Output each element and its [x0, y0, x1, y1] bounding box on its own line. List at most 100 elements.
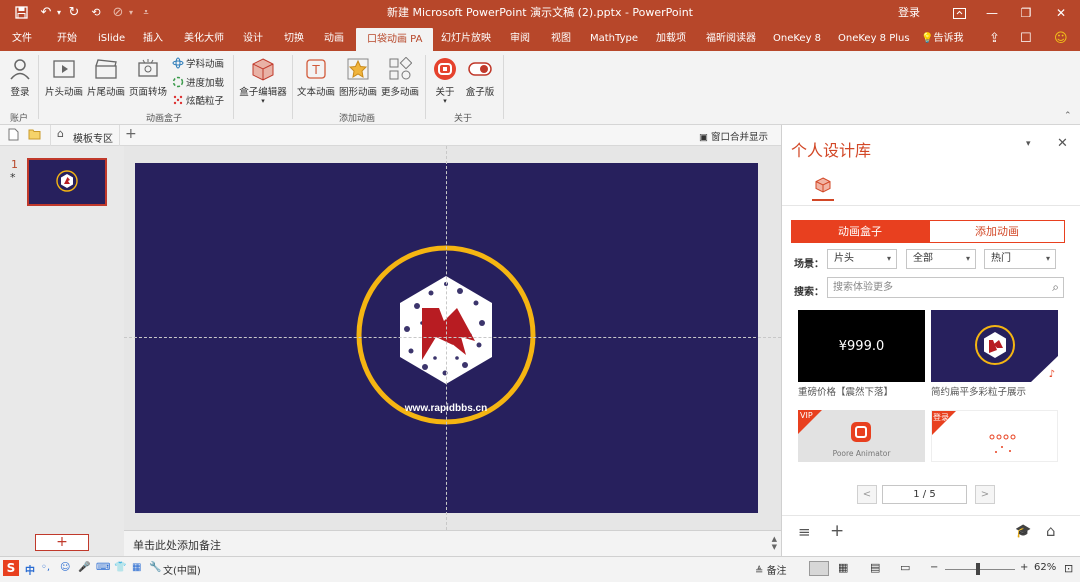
notes-pane[interactable]: 单击此处添加备注 ▲ ▼	[124, 530, 781, 556]
punctuation-icon[interactable]: ◦,	[41, 562, 50, 573]
more-animation-button[interactable]: 更多动画	[380, 57, 420, 98]
template-card-flat-particles[interactable]: ♪	[931, 310, 1058, 382]
scene-dropdown[interactable]: 片头 ▾	[827, 249, 897, 269]
sogou-ime-icon[interactable]: S	[3, 560, 19, 576]
template-card-price-drop[interactable]: ¥999.0	[798, 310, 925, 382]
tab-insert[interactable]: 插入	[143, 26, 163, 51]
horizontal-guide[interactable]	[124, 337, 781, 338]
tab-transitions[interactable]: 切换	[284, 26, 304, 51]
prev-page-button[interactable]: <	[857, 485, 877, 504]
menu-icon[interactable]: ≡	[798, 523, 811, 541]
tab-file[interactable]: 文件	[12, 26, 32, 51]
template-card-login[interactable]: 登录	[931, 410, 1058, 462]
tab-slideshow[interactable]: 幻灯片放映	[441, 26, 491, 51]
zoom-level[interactable]: 62%	[1034, 562, 1056, 573]
normal-view-icon[interactable]	[809, 561, 829, 576]
zoom-slider-track[interactable]	[945, 569, 1015, 570]
toolbox-icon[interactable]: ▦	[132, 562, 141, 573]
next-page-button[interactable]: >	[975, 485, 995, 504]
box-edition-toggle[interactable]: 盒子版	[464, 57, 496, 98]
notes-scroll-icon[interactable]: ▲ ▼	[772, 535, 777, 551]
restore-button[interactable]: ❐	[1009, 0, 1043, 26]
template-tab[interactable]: ⌂ 模板专区	[50, 125, 120, 146]
atom-icon	[172, 57, 184, 69]
pocket-animation-logo-icon	[434, 58, 456, 80]
zoom-slider-thumb[interactable]	[976, 563, 980, 575]
tab-design[interactable]: 设计	[243, 26, 263, 51]
intro-animation-button[interactable]: 片头动画	[44, 57, 84, 98]
cube-icon[interactable]	[815, 177, 831, 196]
open-folder-icon[interactable]	[28, 128, 41, 143]
tab-islide[interactable]: iSlide	[98, 26, 125, 51]
ribbon-options-icon[interactable]	[942, 0, 976, 26]
add-slide-button[interactable]: +	[35, 534, 89, 551]
home-icon[interactable]: ⌂	[1046, 522, 1056, 540]
slideshow-icon[interactable]: ▭	[900, 561, 910, 574]
panel-close-icon[interactable]: ✕	[1057, 136, 1068, 151]
tab-review[interactable]: 审阅	[510, 26, 530, 51]
new-file-icon[interactable]	[8, 128, 19, 144]
slide-thumbnail[interactable]	[27, 158, 107, 206]
vertical-guide[interactable]	[446, 146, 447, 530]
microphone-icon[interactable]: 🎤	[78, 562, 90, 573]
page-indicator[interactable]: 1 / 5	[882, 485, 967, 504]
box-icon	[252, 58, 274, 81]
tab-onekey8[interactable]: OneKey 8	[773, 26, 821, 51]
smiley-icon[interactable]: ☺	[1054, 26, 1068, 51]
tab-mathtype[interactable]: MathType	[590, 26, 638, 51]
add-tab-icon[interactable]: +	[125, 126, 137, 142]
cool-particles-button[interactable]: 炫酷粒子	[172, 93, 224, 107]
merge-window-button[interactable]: ▣ 窗口合并显示	[699, 129, 768, 143]
tab-onekey8-plus[interactable]: OneKey 8 Plus	[838, 26, 910, 51]
about-button[interactable]: 关于 ▾	[430, 57, 460, 105]
share-icon[interactable]: ⇪	[989, 26, 1000, 51]
vip-badge: VIP	[800, 411, 813, 420]
box-editor-button[interactable]: 盒子编辑器 ▾	[237, 57, 289, 105]
card-caption: 简约扁平多彩粒子展示	[931, 387, 1027, 398]
search-icon[interactable]: ⌕	[1052, 278, 1059, 297]
category-dropdown[interactable]: 全部 ▾	[906, 249, 976, 269]
progress-load-button[interactable]: 进度加载	[172, 75, 224, 89]
slide-thumbnail-pane: 1 * +	[0, 146, 124, 556]
subject-animation-button[interactable]: 学科动画	[172, 56, 224, 70]
shape-animation-button[interactable]: 图形动画	[338, 57, 378, 98]
zoom-out-icon[interactable]: −	[930, 562, 938, 573]
reading-view-icon[interactable]: ▤	[870, 561, 880, 574]
login-button[interactable]: 登录	[6, 57, 34, 98]
tab-addins[interactable]: 加载项	[656, 26, 686, 51]
emoji-icon[interactable]: ☺	[60, 562, 70, 573]
wrench-icon[interactable]: 🔧	[149, 562, 161, 573]
tab-animations[interactable]: 动画	[324, 26, 344, 51]
sort-dropdown[interactable]: 热门 ▾	[984, 249, 1056, 269]
skin-icon[interactable]: 👕	[114, 562, 126, 573]
collapse-ribbon-icon[interactable]: ⌃	[1064, 111, 1072, 121]
tab-pocket-animation[interactable]: 口袋动画 PA	[356, 28, 434, 51]
fit-slide-icon[interactable]: ⊡	[1064, 562, 1073, 575]
ime-mode[interactable]: 中	[25, 562, 35, 577]
sign-in-link[interactable]: 登录	[898, 0, 920, 26]
zoom-in-icon[interactable]: +	[1020, 562, 1028, 573]
tab-home[interactable]: 开始	[57, 26, 77, 51]
graduation-cap-icon[interactable]: 🎓	[1015, 524, 1031, 539]
slide-sorter-icon[interactable]: ▦	[838, 561, 848, 574]
comments-icon[interactable]: ☐	[1020, 26, 1032, 51]
add-icon[interactable]: +	[830, 521, 844, 541]
segment-add-animation[interactable]: 添加动画	[929, 220, 1065, 243]
poore-animator-text: Poore Animator	[832, 449, 891, 458]
page-transition-button[interactable]: 页面转场	[128, 57, 168, 98]
outro-animation-button[interactable]: 片尾动画	[86, 57, 126, 98]
search-input[interactable]: 搜索体验更多 ⌕	[827, 277, 1064, 298]
design-library-panel: 个人设计库 ▾ ✕ 动画盒子 添加动画 场景： 片头 ▾ 全部 ▾ 热门 ▾ 搜索： …	[781, 125, 1080, 556]
tab-beautify[interactable]: 美化大师	[184, 26, 224, 51]
tab-view[interactable]: 视图	[551, 26, 571, 51]
panel-options-icon[interactable]: ▾	[1026, 139, 1031, 149]
template-card-vip[interactable]: VIP Poore Animator	[798, 410, 925, 462]
notes-toggle[interactable]: ≜ 备注	[755, 562, 787, 577]
tell-me-box[interactable]: 💡告诉我	[921, 26, 963, 51]
keyboard-icon[interactable]: ⌨	[96, 562, 110, 573]
minimize-button[interactable]: —	[975, 0, 1009, 26]
segment-animation-box[interactable]: 动画盒子	[791, 220, 929, 243]
text-animation-button[interactable]: T 文本动画	[296, 57, 336, 98]
close-button[interactable]: ✕	[1044, 0, 1078, 26]
tab-foxit-reader[interactable]: 福昕阅读器	[706, 26, 756, 51]
